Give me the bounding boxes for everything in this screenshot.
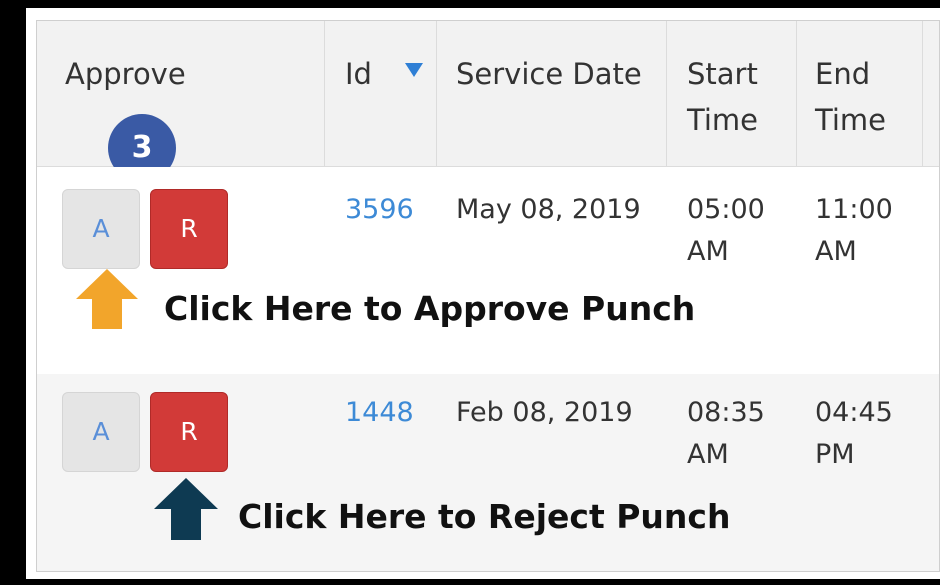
table-row: A R 1448 Feb 08, 2019 08:35 AM 04:45 PM … (37, 374, 939, 571)
approve-instruction-callout: Click Here to Approve Punch (164, 289, 696, 328)
approve-button[interactable]: A (62, 392, 140, 472)
approve-button[interactable]: A (62, 189, 140, 269)
punch-id-link[interactable]: 1448 (345, 392, 414, 434)
column-header-id[interactable]: Id (325, 21, 437, 166)
reject-button[interactable]: R (150, 392, 228, 472)
end-time-cell: 04:45 PM (815, 397, 893, 470)
service-date-cell: May 08, 2019 (456, 194, 641, 225)
screenshot-frame: Approve Id Service Date Start Time End T… (0, 0, 940, 585)
column-label-service-date: Service Date (456, 57, 642, 91)
end-time-cell: 11:00 AM (815, 194, 893, 267)
column-label-approve: Approve (65, 57, 186, 91)
punch-approval-grid: Approve Id Service Date Start Time End T… (36, 20, 940, 572)
column-header-service-date[interactable]: Service Date (437, 21, 667, 166)
column-label-start-time: Start Time (687, 57, 758, 137)
arrow-up-icon (154, 478, 218, 540)
column-label-id: Id (345, 57, 372, 91)
table-row: A R 3596 May 08, 2019 05:00 AM 11:00 AM … (37, 167, 939, 374)
punch-id-link[interactable]: 3596 (345, 189, 414, 231)
reject-instruction-callout: Click Here to Reject Punch (238, 497, 731, 536)
service-date-cell: Feb 08, 2019 (456, 397, 633, 428)
arrow-up-icon (76, 269, 138, 329)
start-time-cell: 05:00 AM (687, 194, 765, 267)
column-header-start-time[interactable]: Start Time (667, 21, 797, 166)
start-time-cell: 08:35 AM (687, 397, 765, 470)
grid-header: Approve Id Service Date Start Time End T… (37, 21, 939, 182)
column-header-approve: Approve (37, 21, 325, 166)
reject-button[interactable]: R (150, 189, 228, 269)
sort-descending-icon[interactable] (405, 63, 423, 77)
column-header-end-time[interactable]: End Time (797, 21, 923, 166)
column-label-end-time: End Time (815, 57, 886, 137)
